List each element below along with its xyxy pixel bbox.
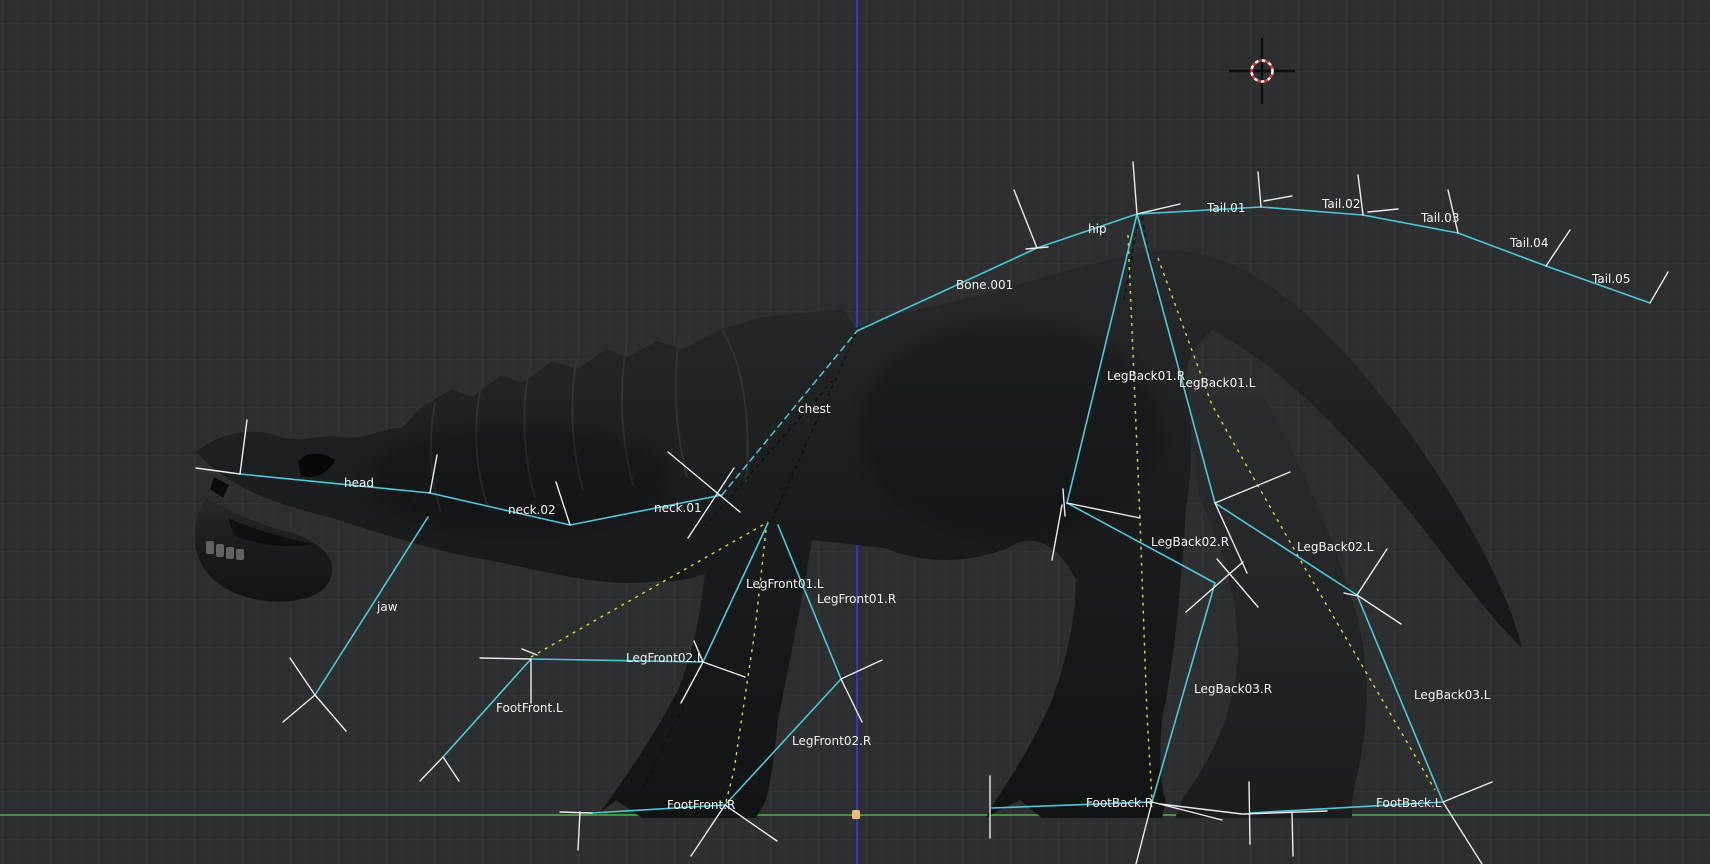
bone-label-legfront02R: LegFront02.R bbox=[792, 734, 871, 748]
bone-label-tail03: Tail.03 bbox=[1420, 211, 1459, 225]
bone-label-legback03L: LegBack03.L bbox=[1414, 688, 1491, 702]
bone-label-jaw: jaw bbox=[376, 600, 398, 614]
bone-label-legback02L: LegBack02.L bbox=[1297, 540, 1374, 554]
bone-label-tail05: Tail.05 bbox=[1591, 272, 1630, 286]
bone-label-tail01: Tail.01 bbox=[1206, 201, 1245, 215]
3d-viewport[interactable]: head jaw neck.02 neck.01 chest Bone.001 … bbox=[0, 0, 1710, 864]
bone-label-footfrontR: FootFront.R bbox=[667, 798, 735, 812]
bone-label-hip: hip bbox=[1088, 222, 1107, 236]
bone-label-legback01R: LegBack01.R bbox=[1107, 369, 1185, 383]
hind-shading bbox=[860, 320, 1160, 540]
bone-label-legback01L: LegBack01.L bbox=[1179, 376, 1256, 390]
bone-label-legfront02L: LegFront02.L bbox=[626, 651, 704, 665]
bone-label-neck01: neck.01 bbox=[654, 501, 702, 515]
bone-label-tail04: Tail.04 bbox=[1509, 236, 1548, 250]
bone-label-legback03R: LegBack03.R bbox=[1194, 682, 1272, 696]
bone-label-neck02: neck.02 bbox=[508, 503, 556, 517]
bone-label-footbackR: FootBack.R bbox=[1086, 796, 1153, 810]
bone-label-footfrontL: FootFront.L bbox=[496, 701, 563, 715]
bone-label-chest: chest bbox=[798, 402, 831, 416]
origin-point-icon[interactable] bbox=[852, 810, 860, 819]
neck-shading bbox=[370, 425, 670, 535]
bone-label-tail02: Tail.02 bbox=[1321, 197, 1360, 211]
bone-label-legback02R: LegBack02.R bbox=[1151, 535, 1229, 549]
bone-label-legfront01L: LegFront01.L bbox=[746, 577, 824, 591]
bone-label-bone001: Bone.001 bbox=[956, 278, 1013, 292]
bone-label-legfront01R: LegFront01.R bbox=[817, 592, 896, 606]
bone-label-head: head bbox=[344, 476, 374, 490]
viewport-canvas[interactable]: head jaw neck.02 neck.01 chest Bone.001 … bbox=[0, 0, 1710, 864]
bone-label-footbackL: FootBack.L bbox=[1376, 796, 1442, 810]
